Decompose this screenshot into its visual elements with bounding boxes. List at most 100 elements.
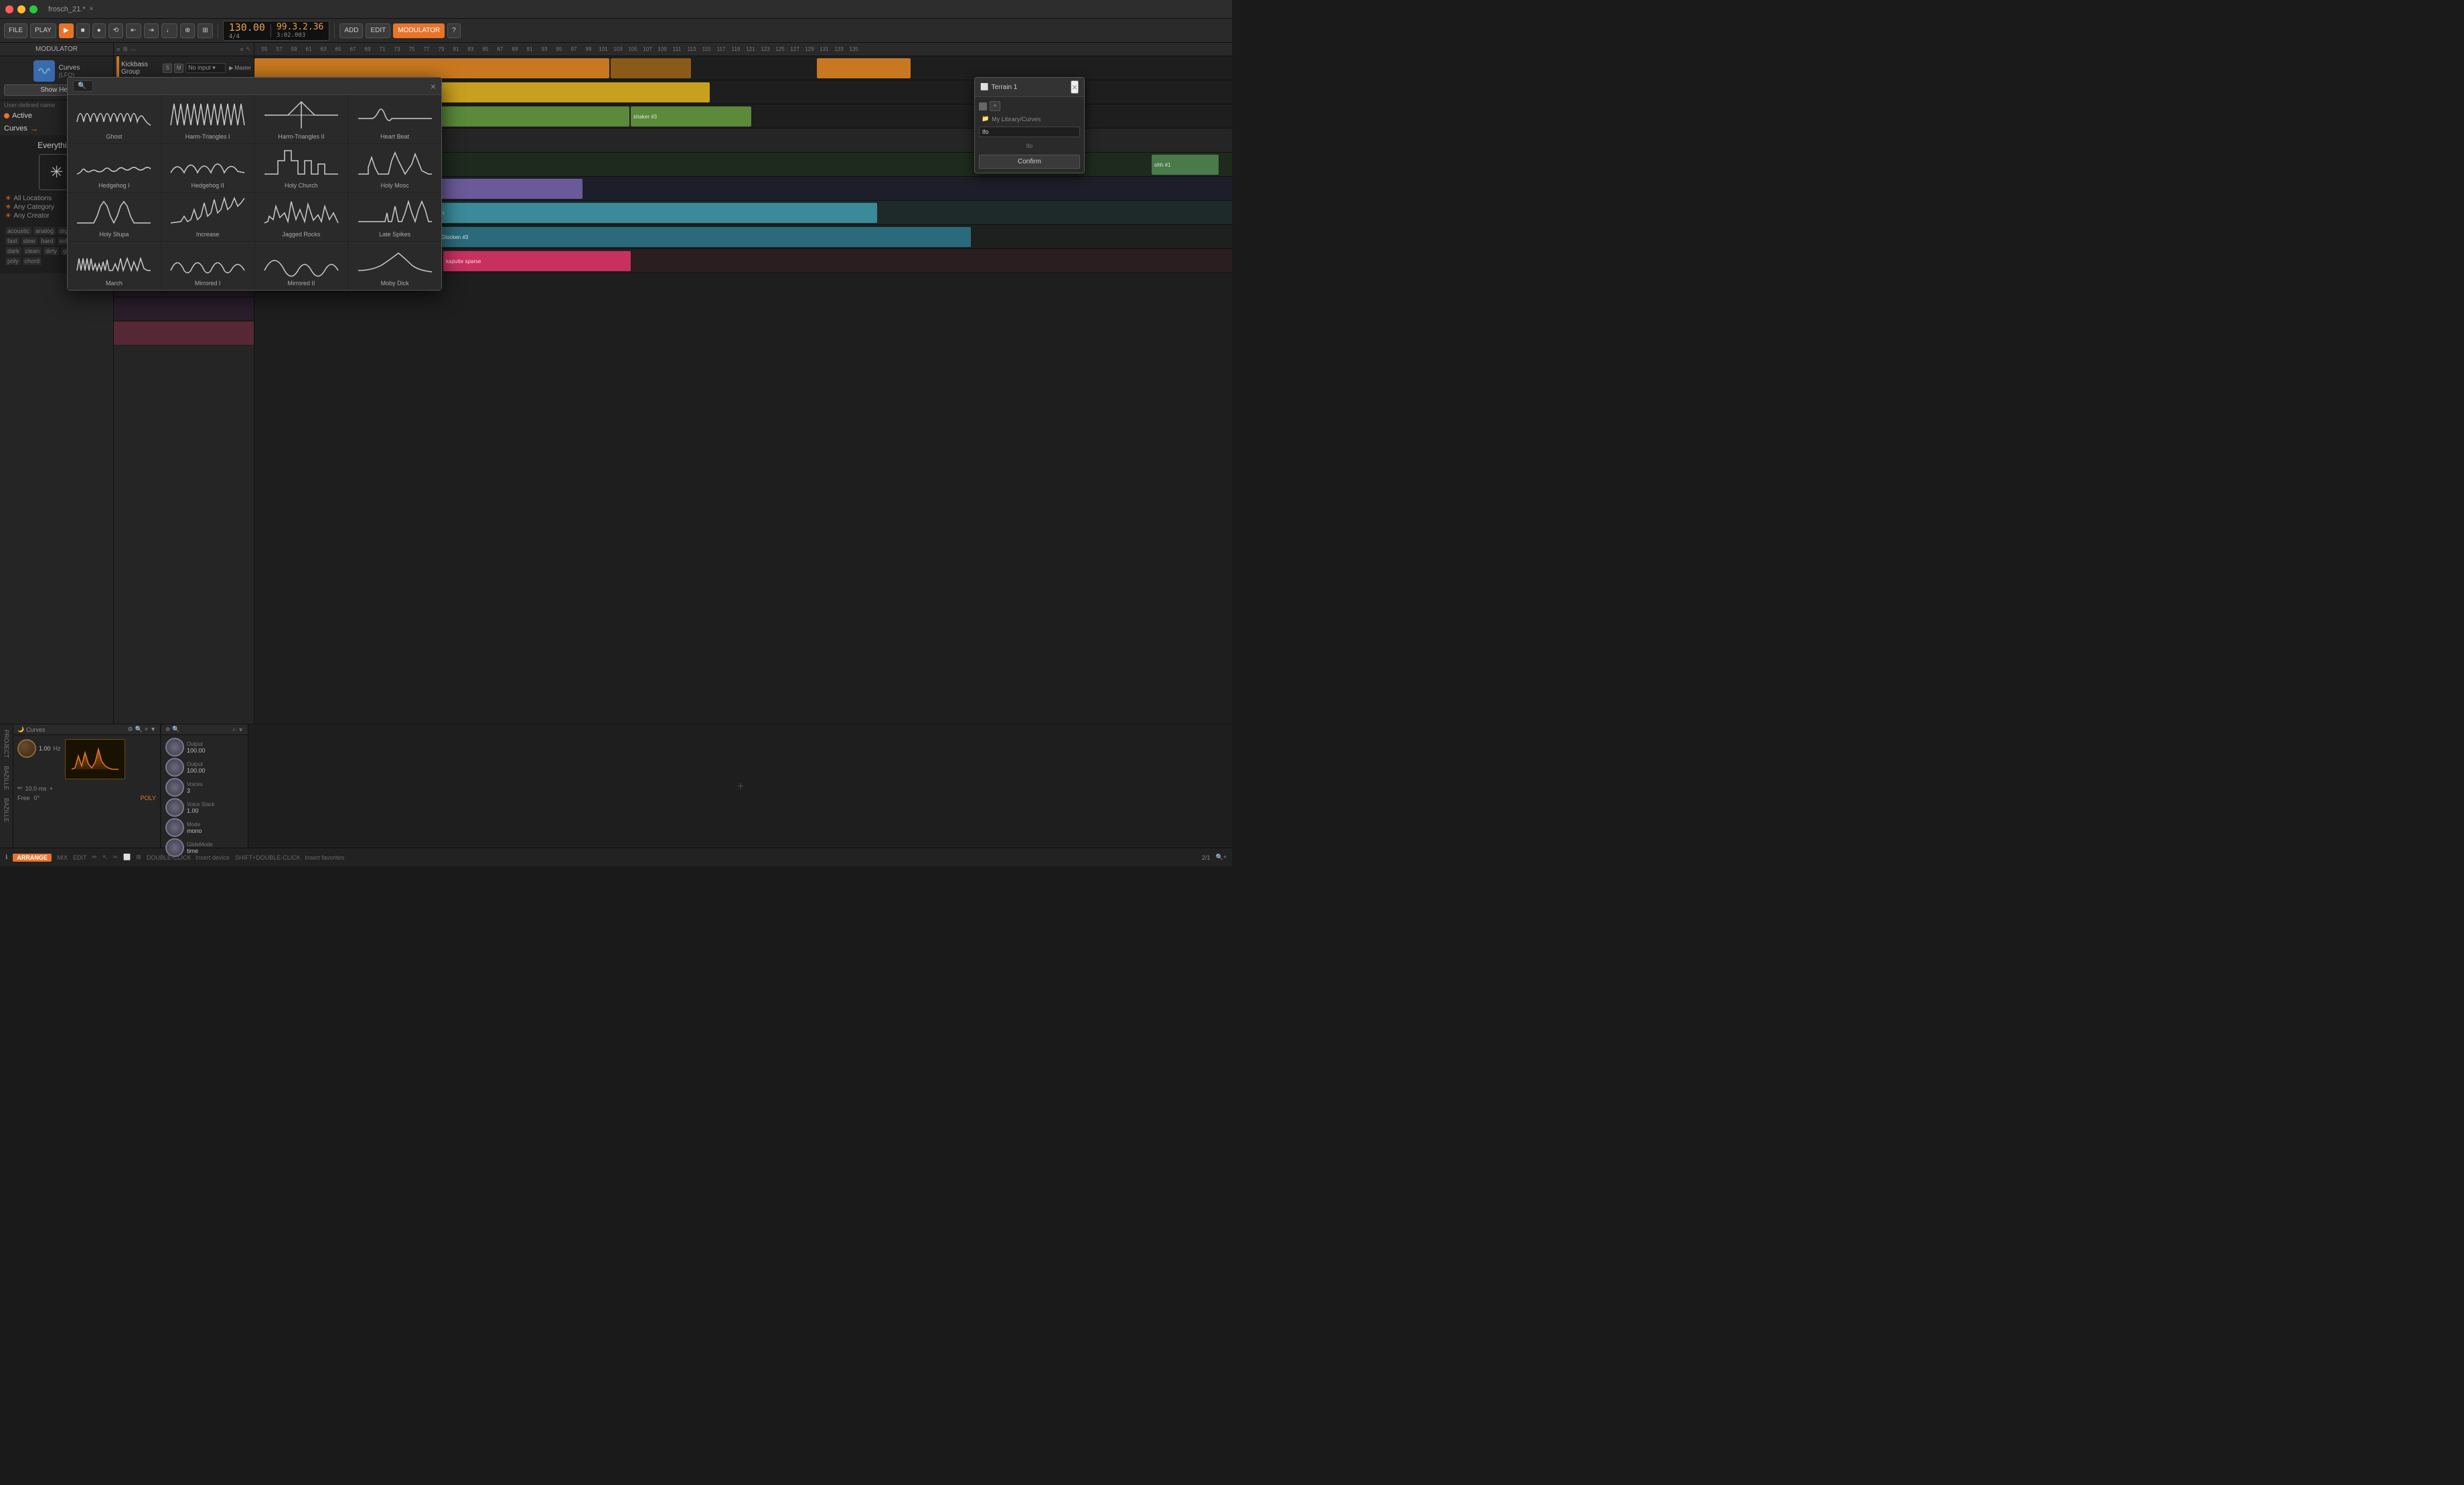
- browser-close-button[interactable]: ×: [431, 81, 436, 92]
- tag-chord[interactable]: chord: [23, 257, 42, 265]
- track-input-kickbass[interactable]: No input ▾: [185, 63, 226, 73]
- terrain-folder-item[interactable]: 📁 My Library/Curves: [979, 114, 1080, 124]
- curve-cell-mirrored-1[interactable]: Mirrored I: [161, 242, 254, 290]
- zoom-in-icon[interactable]: 🔍+: [1216, 854, 1227, 861]
- loop-button[interactable]: ⟲: [108, 23, 123, 38]
- window-close-icon[interactable]: ×: [90, 5, 94, 13]
- tool-cut-icon[interactable]: ✂: [113, 854, 119, 861]
- terrain-search-input[interactable]: [979, 127, 1080, 137]
- curve-name-hedgehog-2: Hedgehog II: [191, 182, 224, 189]
- curve-cell-moby-dick[interactable]: Moby Dick: [348, 242, 441, 290]
- tool-pencil-icon[interactable]: ✏: [92, 854, 97, 861]
- record-button[interactable]: ●: [92, 23, 106, 38]
- plus-add-icon[interactable]: +: [737, 779, 745, 793]
- tag-dark[interactable]: dark: [5, 247, 21, 255]
- clip-sc-1[interactable]: SC for Glocken #3: [422, 227, 971, 247]
- clip-kickbass-3[interactable]: [817, 58, 911, 78]
- tag-hard[interactable]: hard: [40, 237, 56, 245]
- curves-tab-label: Curves: [4, 125, 27, 133]
- tag-poly[interactable]: poly: [5, 257, 21, 265]
- mix-label[interactable]: MIX: [57, 854, 68, 861]
- tag-clean[interactable]: clean: [23, 247, 42, 255]
- curve-name-mirrored-1: Mirrored I: [195, 280, 221, 287]
- clip-kickbass-2[interactable]: [611, 58, 691, 78]
- file-button[interactable]: FILE: [4, 23, 27, 38]
- clip-kickbass-1[interactable]: [254, 58, 609, 78]
- tool-active-icon[interactable]: ⬜: [123, 854, 131, 861]
- tag-analog[interactable]: analog: [33, 227, 56, 235]
- add-button[interactable]: ADD: [339, 23, 363, 38]
- terrain-add-button[interactable]: +: [990, 101, 1000, 111]
- stop-button[interactable]: ■: [76, 23, 90, 38]
- tempo-value: 130.00: [229, 21, 265, 33]
- active-label: Active: [12, 112, 32, 120]
- tag-slow[interactable]: slow: [21, 237, 37, 245]
- play-button[interactable]: ▶: [59, 23, 74, 38]
- tag-dirty[interactable]: dirty: [44, 247, 59, 255]
- curve-cell-holy-stupa[interactable]: Holy Stupa: [68, 193, 161, 241]
- tab-bazille2[interactable]: BAZILLE: [2, 795, 11, 825]
- output2-knob[interactable]: [165, 758, 184, 777]
- clip-ohh-1[interactable]: ohh #1: [1152, 155, 1219, 175]
- tag-fast[interactable]: fast: [5, 237, 19, 245]
- window-title: frosch_21.*: [48, 5, 86, 13]
- curve-cell-hedgehog-1[interactable]: Hedgehog I: [68, 144, 161, 192]
- tool-select-icon[interactable]: ↖: [102, 854, 108, 861]
- play-label-button[interactable]: PLAY: [30, 23, 56, 38]
- curve-cell-march[interactable]: March: [68, 242, 161, 290]
- modulator-button[interactable]: MODULATOR: [393, 23, 445, 38]
- plugin-search-icon[interactable]: 🔍: [135, 726, 143, 733]
- voicestack-knob[interactable]: [165, 798, 184, 817]
- curve-cell-harm-tri-2[interactable]: Harm-Triangles II: [255, 95, 348, 143]
- help-button[interactable]: ?: [447, 23, 461, 38]
- track-solo-kickbass[interactable]: M: [174, 64, 183, 73]
- maximize-button[interactable]: [29, 5, 37, 13]
- rewind-button[interactable]: ⇤: [126, 23, 141, 38]
- star-icon-2: ✳: [5, 204, 11, 211]
- edit-button[interactable]: EDIT: [366, 23, 390, 38]
- params-close-icon[interactable]: ×: [232, 726, 236, 733]
- curve-preview-moby-dick: [355, 245, 435, 279]
- confirm-button[interactable]: Confirm: [979, 155, 1080, 169]
- curve-cell-holy-mosc[interactable]: Holy Mosc: [348, 144, 441, 192]
- curve-name-holy-mosc: Holy Mosc: [381, 182, 409, 189]
- plugin-close-icon[interactable]: ×: [145, 726, 148, 733]
- close-button[interactable]: [5, 5, 13, 13]
- grid-button[interactable]: ⊞: [198, 23, 212, 38]
- curve-cell-hedgehog-2[interactable]: Hedgehog II: [161, 144, 254, 192]
- browser-search[interactable]: 🔍: [73, 80, 93, 92]
- edit-label[interactable]: EDIT: [73, 854, 87, 861]
- tool-grid-icon[interactable]: ⊞: [136, 854, 141, 861]
- metronome-button[interactable]: ♩: [161, 23, 177, 38]
- curve-cell-holy-church[interactable]: Holy Church: [255, 144, 348, 192]
- curve-cell-mirrored-2[interactable]: Mirrored II: [255, 242, 348, 290]
- mode-knob[interactable]: [165, 818, 184, 837]
- plugin-settings-icon[interactable]: ⚙: [128, 726, 133, 733]
- output1-knob[interactable]: [165, 738, 184, 757]
- voices-knob[interactable]: [165, 778, 184, 797]
- arrange-mode-label[interactable]: ARRANGE: [13, 854, 52, 862]
- params-search-icon[interactable]: 🔍: [172, 726, 179, 733]
- tab-bazille[interactable]: BAZILLE: [2, 763, 11, 793]
- params-collapse-icon[interactable]: ▼: [238, 726, 244, 733]
- plugin-collapse-icon[interactable]: ▼: [150, 726, 156, 733]
- tag-acoustic[interactable]: acoustic: [5, 227, 31, 235]
- clip-kaputte-2[interactable]: kaputte sparse: [443, 251, 631, 271]
- curve-cell-increase[interactable]: Increase: [161, 193, 254, 241]
- capture-button[interactable]: ⊕: [180, 23, 195, 38]
- track-mute-kickbass[interactable]: S: [163, 64, 172, 73]
- curve-cell-late-spikes[interactable]: Late Spikes: [348, 193, 441, 241]
- tab-project[interactable]: PROJECT: [2, 727, 11, 761]
- plus-icon[interactable]: +: [50, 785, 53, 792]
- curve-cell-harm-tri-1[interactable]: Harm-Triangles I: [161, 95, 254, 143]
- minimize-button[interactable]: [17, 5, 25, 13]
- clip-glocken-1[interactable]: Glocken: [422, 203, 877, 223]
- terrain-close-button[interactable]: ×: [1071, 80, 1079, 94]
- clip-shaker-2[interactable]: shaker #3: [631, 106, 751, 127]
- freq-knob[interactable]: [17, 739, 36, 758]
- pencil-icon[interactable]: ✏: [17, 785, 23, 792]
- curve-cell-heart-beat[interactable]: Heart Beat: [348, 95, 441, 143]
- curve-cell-ghost[interactable]: Ghost: [68, 95, 161, 143]
- forward-button[interactable]: ⇥: [144, 23, 159, 38]
- curve-cell-jagged-rocks[interactable]: Jagged Rocks: [255, 193, 348, 241]
